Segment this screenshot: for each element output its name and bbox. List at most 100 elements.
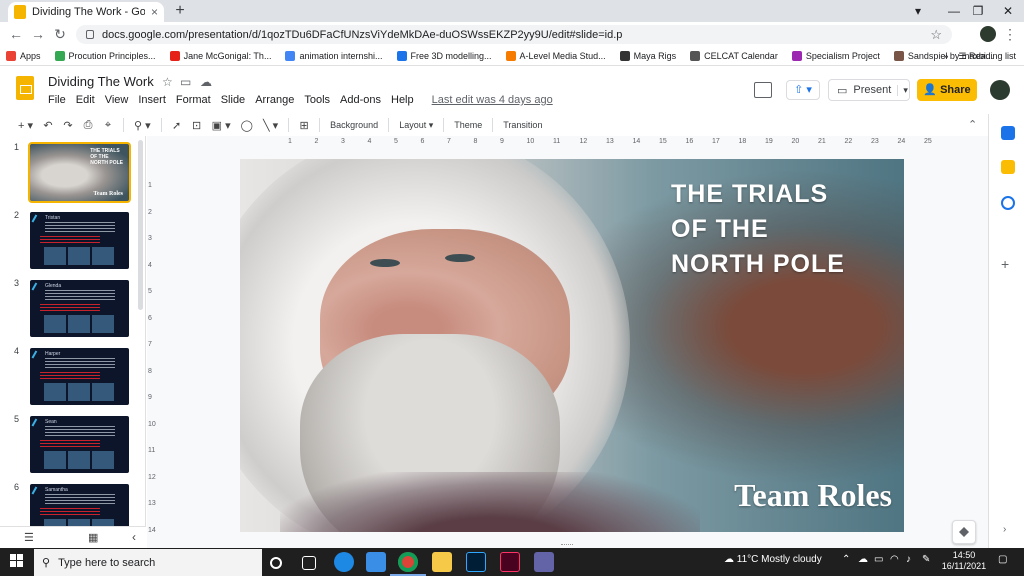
system-clock[interactable]: 14:50 16/11/2021 (940, 550, 988, 572)
app-icon[interactable] (366, 552, 386, 572)
browser-menu-icon[interactable]: ⋮ (1000, 24, 1020, 44)
share-button[interactable]: 👤 Share (917, 79, 977, 101)
weather-widget[interactable]: ☁ 11°C Mostly cloudy (724, 554, 822, 565)
bookmark-item[interactable]: Specialism Project (791, 50, 880, 61)
account-avatar[interactable] (990, 80, 1010, 100)
collapse-toolbar-icon[interactable]: ⌃ (968, 118, 977, 131)
bookmark-item[interactable]: Maya Rigs (619, 50, 676, 61)
present-dropdown-icon[interactable]: ▾ (897, 84, 913, 96)
last-edit-link[interactable]: Last edit was 4 days ago (432, 94, 553, 106)
slide-thumbnail-row[interactable]: 3 Glenda (0, 278, 140, 338)
slide-thumbnail-row[interactable]: 4 Harper (0, 346, 140, 406)
edge-icon[interactable] (334, 552, 354, 572)
slide-thumbnail-row[interactable]: 2 Tristan (0, 210, 140, 270)
menu-file[interactable]: File (48, 94, 66, 106)
transition-button[interactable]: Transition (503, 120, 542, 130)
show-side-panel-icon[interactable]: › (1003, 524, 1006, 535)
slide-subtitle[interactable]: Team Roles (734, 477, 892, 514)
cortana-icon[interactable] (270, 557, 282, 569)
add-comment-icon[interactable]: ⊞ (299, 119, 309, 132)
windows-start-icon[interactable] (10, 554, 24, 568)
undo-icon[interactable]: ↶ (43, 119, 53, 132)
wifi-icon[interactable]: ◠ (890, 554, 899, 565)
explore-button[interactable] (952, 520, 976, 544)
close-window-button[interactable]: ✕ (990, 0, 1024, 22)
document-title[interactable]: Dividing The Work (48, 74, 154, 89)
slide-thumbnail[interactable]: Tristan (30, 212, 129, 269)
volume-icon[interactable]: ♪ (906, 554, 911, 565)
line-icon[interactable]: ╲ ▾ (263, 119, 278, 132)
keep-icon[interactable] (1001, 160, 1015, 174)
paint-format-icon[interactable]: ⌖ (103, 119, 113, 132)
move-folder-icon[interactable]: ▭ (180, 75, 191, 89)
image-icon[interactable]: ▣ ▾ (212, 119, 231, 132)
print-icon[interactable]: ⎙ (83, 119, 93, 132)
speaker-notes-handle[interactable] (561, 544, 573, 547)
menu-arrange[interactable]: Arrange (255, 94, 294, 106)
slide-title[interactable]: THE TRIALS OF THE NORTH POLE (671, 177, 891, 282)
grid-view-icon[interactable]: ▦ (88, 531, 98, 544)
menu-help[interactable]: Help (391, 94, 414, 106)
slide-thumbnail[interactable]: THE TRIALS OF THE NORTH POLE Team Roles (28, 142, 131, 203)
more-bookmarks-icon[interactable]: » (943, 51, 948, 61)
theme-button[interactable]: Theme (454, 120, 482, 130)
chrome-icon[interactable] (398, 552, 418, 572)
task-view-icon[interactable] (302, 556, 316, 570)
back-button[interactable]: ← (6, 24, 26, 44)
bookmark-item[interactable]: Procution Principles... (54, 50, 156, 61)
new-slide-icon[interactable]: + ▾ (18, 119, 33, 132)
forward-button[interactable]: → (28, 24, 48, 44)
present-button[interactable]: ▭ Present ▾ (828, 79, 910, 101)
collapse-filmstrip-icon[interactable]: ‹ (132, 530, 136, 544)
profile-avatar[interactable] (980, 26, 996, 42)
slide-thumbnail[interactable]: Sean (30, 416, 129, 473)
reading-list-button[interactable]: ☰ Reading list (958, 51, 1016, 62)
redo-icon[interactable]: ↷ (63, 119, 73, 132)
bookmark-item[interactable]: animation internshi... (285, 50, 383, 61)
bookmark-star-icon[interactable]: ☆ (930, 27, 942, 43)
menu-slide[interactable]: Slide (221, 94, 245, 106)
filmstrip-scrollbar[interactable] (138, 140, 143, 310)
star-icon[interactable]: ☆ (162, 75, 173, 89)
network-status-icon[interactable]: ☁ (858, 554, 868, 565)
menu-view[interactable]: View (105, 94, 129, 106)
slide-thumbnail-row[interactable]: 1 THE TRIALS OF THE NORTH POLE Team Roles (0, 142, 140, 203)
vertical-ruler[interactable]: 1 2 3 4 5 6 7 8 9 10 11 12 13 14 (147, 158, 157, 534)
new-tab-button[interactable]: + (170, 2, 190, 20)
list-view-icon[interactable]: ☰ (24, 531, 34, 544)
notifications-icon[interactable]: ▢ (998, 554, 1007, 565)
text-box-icon[interactable]: ⊡ (192, 119, 202, 132)
select-cursor-icon[interactable]: ➚ (172, 119, 182, 132)
bookmark-item[interactable]: Apps (6, 50, 41, 61)
calendar-icon[interactable] (1001, 126, 1015, 140)
horizontal-ruler[interactable]: 1 2 3 4 5 6 7 8 9 10 11 12 13 14 15 16 17 18 19 20 21 22 23 24 2… (238, 138, 932, 148)
background-button[interactable]: Background (330, 120, 378, 130)
layout-button[interactable]: Layout ▾ (399, 120, 433, 131)
pen-icon[interactable]: ✎ (922, 554, 930, 565)
current-slide[interactable]: THE TRIALS OF THE NORTH POLE Team Roles (240, 159, 904, 532)
slide-filmstrip[interactable]: 1 THE TRIALS OF THE NORTH POLE Team Roles 2… (0, 136, 146, 526)
address-bar[interactable]: docs.google.com/presentation/d/1qozTDu6D… (76, 25, 952, 44)
indesign-icon[interactable] (500, 552, 520, 572)
reload-button[interactable]: ↻ (50, 24, 70, 44)
menu-insert[interactable]: Insert (138, 94, 166, 106)
taskbar-search[interactable]: ⚲ Type here to search (34, 549, 262, 576)
profile-dropdown-icon[interactable]: ▾ (900, 0, 936, 22)
move-to-meet-button[interactable]: ⇧ ▾ (786, 80, 820, 100)
comment-history-icon[interactable] (754, 82, 772, 98)
browser-tab[interactable]: Dividing The Work - Google Slides × (8, 2, 164, 22)
bookmark-item[interactable]: A-Level Media Stud... (505, 50, 606, 61)
bookmark-item[interactable]: Jane McGonigal: Th... (169, 50, 271, 61)
show-hidden-icons-icon[interactable]: ⌃ (842, 554, 850, 565)
bookmark-item[interactable]: CELCAT Calendar (690, 50, 778, 61)
slide-thumbnail[interactable]: Glenda (30, 280, 129, 337)
tab-close-icon[interactable]: × (151, 5, 158, 19)
tasks-icon[interactable] (1001, 196, 1015, 210)
shape-icon[interactable]: ◯ (241, 119, 253, 132)
slide-thumbnail[interactable]: Harper (30, 348, 129, 405)
menu-tools[interactable]: Tools (304, 94, 330, 106)
slide-thumbnail-row[interactable]: 5 Sean (0, 414, 140, 474)
menu-addons[interactable]: Add-ons (340, 94, 381, 106)
teams-icon[interactable] (534, 552, 554, 572)
zoom-icon[interactable]: ⚲ ▾ (134, 119, 151, 132)
